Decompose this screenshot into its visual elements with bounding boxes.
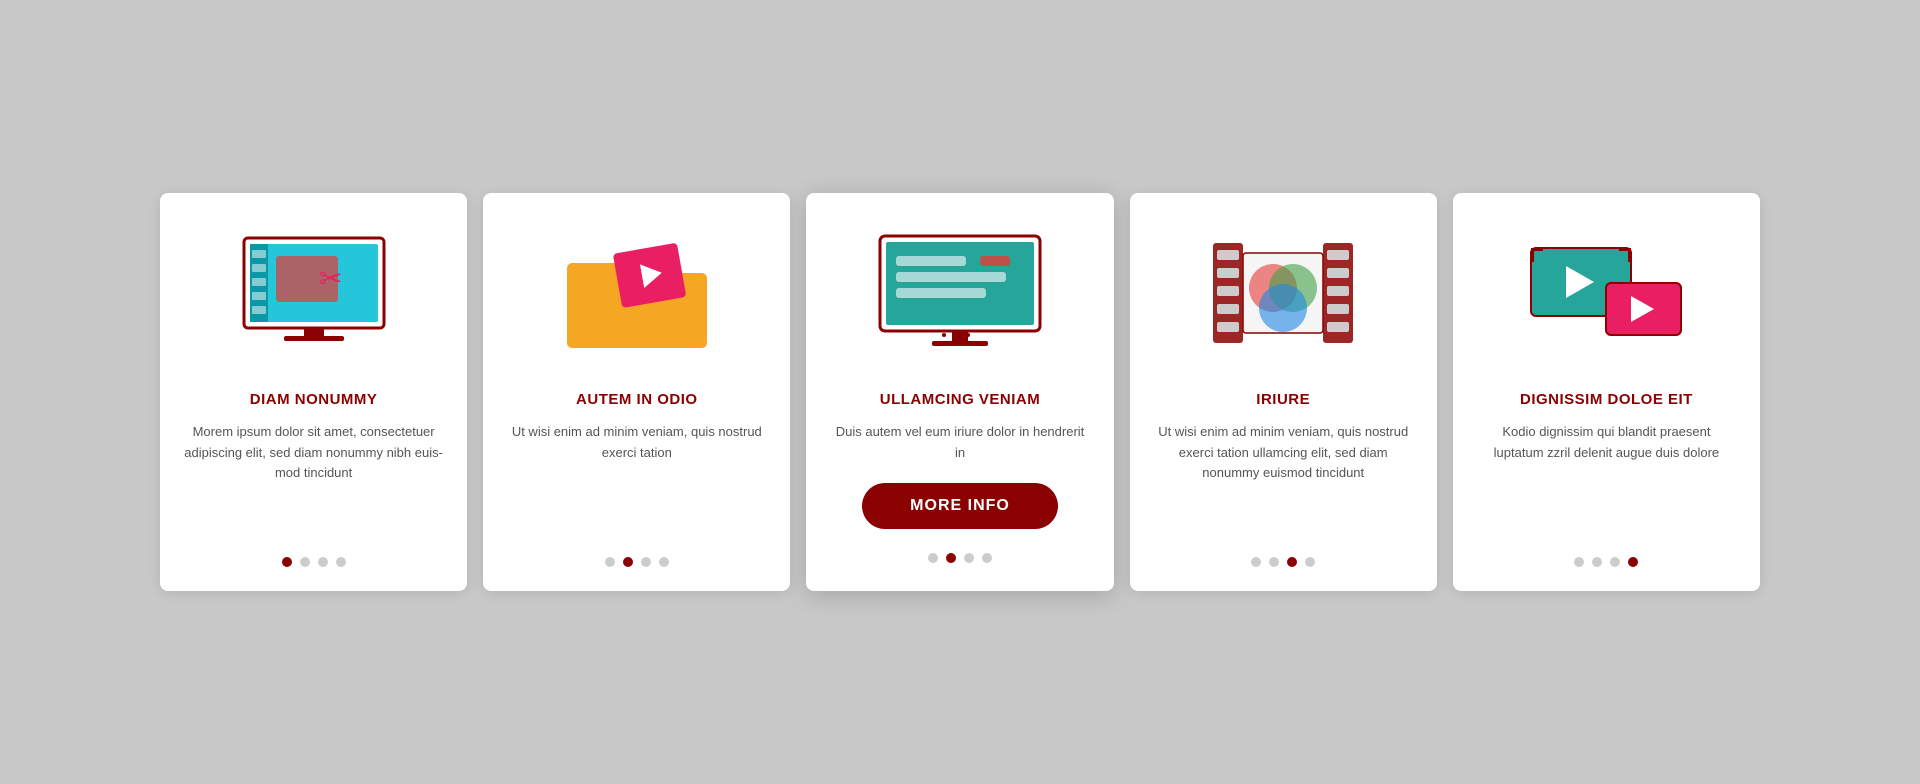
card-2-icon-area bbox=[507, 223, 766, 363]
cards-container: ✂ DIAM NONUMMY Morem ipsum dolor sit ame… bbox=[160, 193, 1760, 592]
dot-4-2 bbox=[1287, 557, 1297, 567]
card-3-icon-area bbox=[830, 223, 1089, 363]
dot-4-3 bbox=[1305, 557, 1315, 567]
card-1: ✂ DIAM NONUMMY Morem ipsum dolor sit ame… bbox=[160, 193, 467, 592]
more-info-button[interactable]: MORE INFO bbox=[862, 483, 1058, 529]
dot-5-0 bbox=[1574, 557, 1584, 567]
dot-3-0 bbox=[928, 553, 938, 563]
card-5-icon-area bbox=[1477, 223, 1736, 363]
card-3: ULLAMCING VENIAM Duis autem vel eum iriu… bbox=[806, 193, 1113, 592]
dot-1-2 bbox=[318, 557, 328, 567]
dot-4-1 bbox=[1269, 557, 1279, 567]
card-4-dots bbox=[1251, 541, 1315, 567]
card-2-title: AUTEM IN ODIO bbox=[576, 391, 698, 408]
film-color-icon bbox=[1193, 228, 1373, 358]
card-3-title: ULLAMCING VENIAM bbox=[880, 391, 1041, 408]
card-1-body: Morem ipsum dolor sit amet, consectetuer… bbox=[184, 422, 443, 522]
dot-2-3 bbox=[659, 557, 669, 567]
dot-1-0 bbox=[282, 557, 292, 567]
dot-5-2 bbox=[1610, 557, 1620, 567]
card-5-dots bbox=[1574, 541, 1638, 567]
card-5: DIGNISSIM DOLOE EIT Kodio dignissim qui … bbox=[1453, 193, 1760, 592]
monitor-ui-icon bbox=[870, 228, 1050, 358]
card-2: AUTEM IN ODIO Ut wisi enim ad minim veni… bbox=[483, 193, 790, 592]
video-edit-icon: ✂ bbox=[224, 228, 404, 358]
card-3-body: Duis autem vel eum iriure dolor in hendr… bbox=[830, 422, 1089, 464]
card-5-body: Kodio dignissim qui blandit praesent lup… bbox=[1477, 422, 1736, 522]
dot-3-2 bbox=[964, 553, 974, 563]
dot-5-1 bbox=[1592, 557, 1602, 567]
card-2-dots bbox=[605, 541, 669, 567]
dot-2-2 bbox=[641, 557, 651, 567]
dot-4-0 bbox=[1251, 557, 1261, 567]
dot-5-3 bbox=[1628, 557, 1638, 567]
dot-1-1 bbox=[300, 557, 310, 567]
dot-2-1 bbox=[623, 557, 633, 567]
card-4: IRIURE Ut wisi enim ad minim veniam, qui… bbox=[1130, 193, 1437, 592]
card-1-title: DIAM NONUMMY bbox=[250, 391, 378, 408]
card-4-title: IRIURE bbox=[1256, 391, 1310, 408]
dot-3-1 bbox=[946, 553, 956, 563]
card-1-dots bbox=[282, 541, 346, 567]
dot-1-3 bbox=[336, 557, 346, 567]
card-1-icon-area: ✂ bbox=[184, 223, 443, 363]
card-4-icon-area bbox=[1154, 223, 1413, 363]
card-3-dots bbox=[928, 537, 992, 563]
folder-video-icon bbox=[547, 228, 727, 358]
card-4-body: Ut wisi enim ad minim veniam, quis nostr… bbox=[1154, 422, 1413, 522]
card-5-title: DIGNISSIM DOLOE EIT bbox=[1520, 391, 1693, 408]
svg-text:✂: ✂ bbox=[319, 263, 342, 294]
dot-2-0 bbox=[605, 557, 615, 567]
card-2-body: Ut wisi enim ad minim veniam, quis nostr… bbox=[507, 422, 766, 522]
video-play-icon bbox=[1516, 228, 1696, 358]
dot-3-3 bbox=[982, 553, 992, 563]
